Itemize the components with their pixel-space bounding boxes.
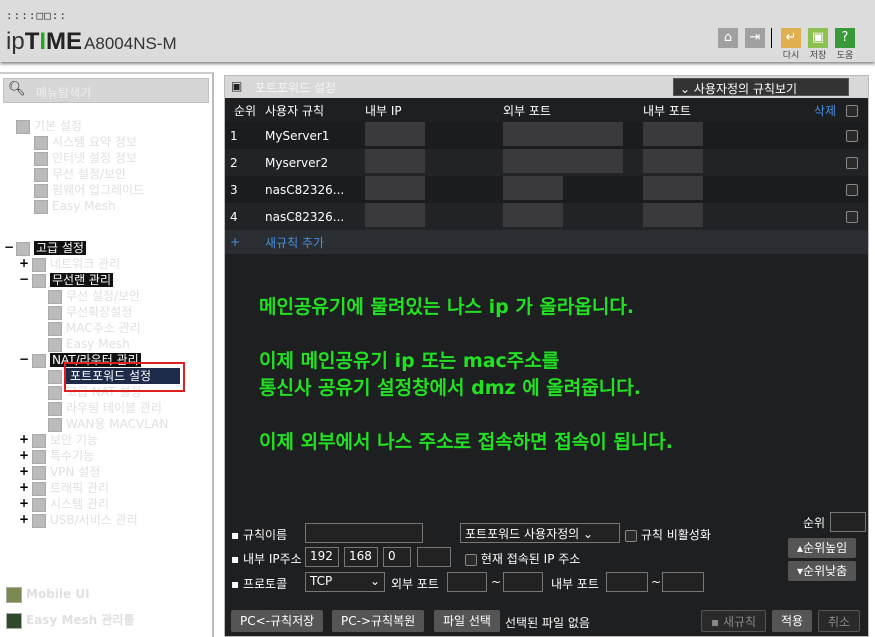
save-to-pc-button[interactable]: PC<-규칙저장 [231, 610, 324, 632]
apply-button[interactable]: 적용 [772, 610, 813, 632]
int-port-start[interactable] [606, 572, 648, 592]
ip-octet-3[interactable]: 0 [383, 547, 411, 567]
table-row: 4 nasC82326... [225, 203, 868, 230]
order-up-button[interactable]: ▴순위높임 [788, 538, 857, 558]
delete-link[interactable]: 삭제 [783, 98, 836, 122]
help-icon[interactable]: ? [835, 28, 855, 48]
rule-type-select[interactable]: 포트포워드 사용자정의 ⌄ [460, 523, 620, 543]
menu-item[interactable]: 트래픽 관리 [32, 480, 109, 496]
menu-basic[interactable]: 기본 설정 [16, 118, 82, 134]
table-row: 1 MyServer1 [225, 122, 868, 149]
menu-item[interactable]: MAC주소 관리 [48, 320, 141, 336]
sidebar: 🔍︎ 메뉴탐색기 기본 설정 시스템 요약 정보 인터넷 설정 정보 무선 설정/… [0, 72, 214, 637]
menu-advanced[interactable]: 고급 설정 [16, 240, 86, 256]
menu-item[interactable]: 보안 기능 [32, 432, 98, 448]
menu-network[interactable]: 네트워크 관리 [32, 256, 120, 272]
menu-item[interactable]: 무선 설정/보안 [48, 288, 140, 304]
menu-item[interactable]: 펌웨어 업그레이드 [34, 182, 144, 198]
table-row: 3 nasC82326... [225, 176, 868, 203]
overlay-message: 이제 외부에서 나스 주소로 접속하면 접속이 됩니다. [259, 431, 673, 453]
panel-title: ▣ 포트포워드 설정 ⌄ 사용자정의 규칙보기 [225, 76, 868, 98]
disable-checkbox[interactable] [625, 529, 637, 542]
cancel-button[interactable]: 취소 [818, 610, 861, 632]
menu-search[interactable]: 🔍︎ 메뉴탐색기 [3, 78, 209, 103]
menu-item[interactable]: Easy Mesh [48, 336, 130, 352]
menu-item[interactable]: 특수기능 [32, 448, 94, 464]
ip-octet-1[interactable]: 192 [305, 547, 339, 567]
menu-item[interactable]: USB/서비스 관리 [32, 512, 138, 528]
menu-item[interactable]: VPN 설정 [32, 464, 100, 480]
menu-item[interactable]: 무선 설정/보안 [34, 166, 126, 182]
file-select-button[interactable]: 파일 선택 [434, 610, 500, 632]
order-down-button[interactable]: ▾순위낮춤 [788, 561, 857, 581]
view-select[interactable]: ⌄ 사용자정의 규칙보기 [673, 78, 849, 96]
overlay-message: 메인공유기에 물려있는 나스 ip 가 올라옵니다. [259, 296, 635, 318]
protocol-select[interactable]: TCP ⌄ [305, 572, 385, 592]
row-checkbox[interactable] [846, 130, 858, 142]
logout-icon[interactable]: ⇥ [745, 28, 765, 48]
ext-port-start[interactable] [447, 572, 487, 592]
search-icon: 🔍︎ [8, 81, 26, 97]
overlay-message: 이제 메인공유기 ip 또는 mac주소를 [259, 350, 560, 372]
overlay-message: 통신사 공유기 설정창에서 dmz 에 올려줍니다. [259, 377, 641, 399]
ip-octet-2[interactable]: 168 [344, 547, 378, 567]
highlight-box [64, 362, 185, 392]
main-panel: ▣ 포트포워드 설정 ⌄ 사용자정의 규칙보기 순위 사용자 규칙 내부 IP 외부 포… [224, 75, 869, 637]
menu-item[interactable]: 시스템 관리 [32, 496, 109, 512]
mobile-ui-link[interactable]: Mobile UI [6, 586, 90, 603]
home-icon[interactable]: ⌂ [718, 28, 738, 48]
order-input[interactable] [830, 512, 866, 532]
logo: ipTIME A8004NS-M [6, 28, 177, 55]
save-icon[interactable]: ▣ [808, 28, 828, 48]
header: ::::□□:: ipTIME A8004NS-M ⌂ ⇥ ↵ 다시 ▣ 저장 ?… [0, 0, 875, 62]
row-checkbox[interactable] [846, 211, 858, 223]
menu-item[interactable]: 라우팅 테이블 관리 [48, 400, 162, 416]
menu-wireless[interactable]: 무선랜 관리 [32, 272, 114, 288]
int-port-end[interactable] [662, 572, 704, 592]
current-ip-checkbox[interactable] [465, 553, 477, 566]
rule-name-input[interactable] [305, 523, 423, 543]
easy-mesh-tool-link[interactable]: Easy Mesh 관리툴 [6, 612, 135, 629]
model-name: A8004NS-M [84, 34, 177, 53]
help-label[interactable]: 도움 [833, 48, 857, 61]
save-label[interactable]: 저장 [806, 48, 830, 61]
brand-dots: ::::□□:: [6, 9, 67, 22]
rules-table: 순위 사용자 규칙 내부 IP 외부 포트 내부 포트 삭제 1 MyServer1 2 My… [225, 98, 868, 254]
restart-label[interactable]: 다시 [779, 48, 803, 61]
restore-from-pc-button[interactable]: PC->규칙복원 [332, 610, 425, 632]
restart-icon[interactable]: ↵ [781, 28, 801, 48]
menu-item[interactable]: 인터넷 설정 정보 [34, 150, 137, 166]
menu-item[interactable]: 무선확장설정 [48, 304, 132, 320]
row-checkbox[interactable] [846, 157, 858, 169]
menu-item[interactable]: WAN용 MACVLAN [48, 416, 168, 432]
menu-item[interactable]: Easy Mesh [34, 198, 116, 214]
ip-octet-4[interactable] [417, 547, 451, 567]
table-row: 2 Myserver2 [225, 149, 868, 176]
row-checkbox[interactable] [846, 184, 858, 196]
select-all-checkbox[interactable] [846, 104, 858, 117]
file-status: 선택된 파일 없음 [505, 616, 590, 630]
menu-item[interactable]: 시스템 요약 정보 [34, 134, 137, 150]
ext-port-end[interactable] [503, 572, 543, 592]
add-rule-row[interactable]: + 새규칙 추가 [225, 230, 868, 254]
new-rule-button[interactable]: ▪ 새규칙 [701, 610, 767, 632]
window-icon: ▣ [231, 79, 243, 93]
